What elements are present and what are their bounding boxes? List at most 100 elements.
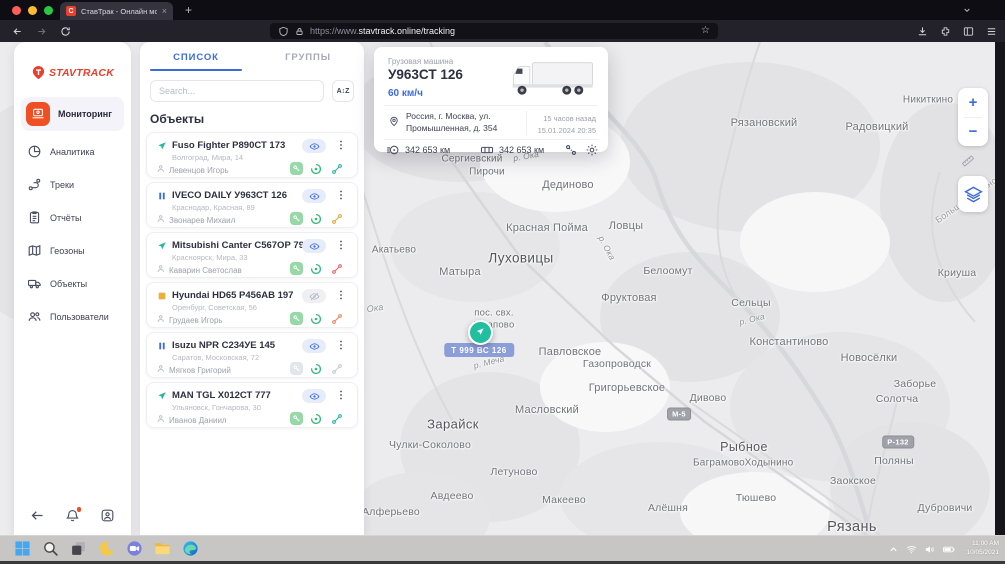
ignition-key-icon[interactable] bbox=[290, 362, 303, 375]
signal-status-icon[interactable] bbox=[310, 163, 322, 175]
start-button[interactable] bbox=[14, 540, 31, 557]
sidebar-item-monitoring[interactable]: Мониторинг bbox=[21, 97, 124, 131]
edge-browser-icon[interactable] bbox=[182, 540, 199, 557]
wifi-icon[interactable] bbox=[906, 544, 917, 555]
ignition-key-icon[interactable] bbox=[290, 262, 303, 275]
vehicle-card[interactable]: IVECO DAILY У963СТ 126 Краснодар, Красна… bbox=[146, 182, 358, 228]
sidebar-item-objects[interactable]: Объекты bbox=[21, 271, 124, 296]
visibility-eye-button[interactable] bbox=[302, 339, 326, 353]
tab-close-icon[interactable]: × bbox=[162, 7, 167, 16]
kebab-menu-icon[interactable] bbox=[335, 389, 347, 402]
kebab-menu-icon[interactable] bbox=[335, 339, 347, 352]
ignition-key-icon[interactable] bbox=[290, 312, 303, 325]
vehicle-card[interactable]: Mitsubishi Canter С567ОР 790 Красноярск,… bbox=[146, 232, 358, 278]
search-icon[interactable] bbox=[42, 540, 59, 557]
tab-list[interactable]: СПИСОК bbox=[140, 44, 252, 70]
window-minimize-button[interactable] bbox=[28, 6, 37, 15]
signal-status-icon[interactable] bbox=[310, 263, 322, 275]
sidebar-item-analytics[interactable]: Аналитика bbox=[21, 139, 124, 164]
back-button[interactable] bbox=[12, 26, 23, 37]
vehicle-name: Mitsubishi Canter С567ОР 790 bbox=[172, 240, 309, 251]
url-bar[interactable]: https://www.stavtrack.online/tracking ☆ bbox=[270, 23, 718, 39]
vehicle-card[interactable]: Hyundai HD65 Р456АВ 197 Оренбург, Советс… bbox=[146, 282, 358, 328]
map-layers-button[interactable] bbox=[958, 176, 988, 212]
sidebar-item-users[interactable]: Пользователи bbox=[21, 304, 124, 329]
url-text[interactable]: https://www.stavtrack.online/tracking bbox=[310, 26, 455, 36]
collapse-back-icon[interactable] bbox=[30, 508, 45, 523]
sidebar-item-reports[interactable]: Отчёты bbox=[21, 205, 124, 230]
vehicle-card[interactable]: MAN TGL Х012СТ 777 Ульяновск, Гончарова,… bbox=[146, 382, 358, 428]
gear-icon[interactable] bbox=[585, 143, 599, 157]
vehicle-popup-card[interactable]: Грузовая машина У963СТ 126 60 км/ч Росси… bbox=[374, 47, 608, 152]
vehicle-name: Isuzu NPR С234УЕ 145 bbox=[172, 340, 275, 351]
extensions-icon[interactable] bbox=[940, 26, 951, 37]
taskbar-clock[interactable]: 11:00 AM 10/05/2021 bbox=[966, 540, 999, 558]
signal-status-icon[interactable] bbox=[310, 363, 322, 375]
visibility-eye-button[interactable] bbox=[302, 139, 326, 153]
visibility-eye-button[interactable] bbox=[302, 189, 326, 203]
volume-icon[interactable] bbox=[924, 544, 935, 555]
connection-route-icon[interactable] bbox=[331, 413, 343, 425]
zoom-out-button[interactable]: − bbox=[958, 118, 988, 147]
kebab-menu-icon[interactable] bbox=[335, 139, 347, 152]
visibility-eye-button[interactable] bbox=[302, 389, 326, 403]
vehicle-marker-label[interactable]: Т 999 ВС 126 bbox=[444, 343, 514, 357]
reload-button[interactable] bbox=[60, 26, 71, 37]
sidebar-item-geozones[interactable]: Геозоны bbox=[21, 238, 124, 263]
vehicle-address: Волгоград, Мира, 14 bbox=[172, 153, 243, 162]
zoom-in-button[interactable]: + bbox=[958, 88, 988, 117]
ignition-key-icon[interactable] bbox=[290, 162, 303, 175]
search-input[interactable] bbox=[150, 80, 324, 102]
vehicle-marker[interactable] bbox=[468, 320, 493, 345]
map-place-label: Радовицкий bbox=[845, 121, 908, 133]
visibility-eye-button[interactable] bbox=[302, 239, 326, 253]
window-controls[interactable] bbox=[12, 6, 53, 15]
signal-status-icon[interactable] bbox=[310, 313, 322, 325]
ignition-key-icon[interactable] bbox=[290, 212, 303, 225]
downloads-icon[interactable] bbox=[917, 26, 928, 37]
file-explorer-icon[interactable] bbox=[154, 540, 171, 557]
shield-icon[interactable] bbox=[278, 26, 289, 37]
connection-route-icon[interactable] bbox=[331, 313, 343, 325]
vehicle-speed: 60 км/ч bbox=[388, 88, 423, 99]
odometer-value: 342 653 км bbox=[405, 145, 450, 155]
task-view-icon[interactable] bbox=[70, 540, 87, 557]
route-settings-icon[interactable] bbox=[564, 143, 578, 157]
kebab-menu-icon[interactable] bbox=[335, 239, 347, 252]
tab-groups[interactable]: ГРУППЫ bbox=[252, 44, 364, 70]
connection-route-icon[interactable] bbox=[331, 213, 343, 225]
connection-route-icon[interactable] bbox=[331, 263, 343, 275]
kebab-menu-icon[interactable] bbox=[335, 289, 347, 302]
new-tab-button[interactable]: + bbox=[185, 1, 192, 19]
signal-status-icon[interactable] bbox=[310, 413, 322, 425]
forward-button[interactable] bbox=[36, 26, 47, 37]
chat-app-icon[interactable] bbox=[126, 540, 143, 557]
vehicle-card[interactable]: Fuso Fighter Р890СТ 173 Волгоград, Мира,… bbox=[146, 132, 358, 178]
moon-app-icon[interactable] bbox=[98, 540, 115, 557]
sort-az-button[interactable]: A↕Z bbox=[332, 80, 354, 102]
tab-list-chevron-icon[interactable] bbox=[963, 6, 971, 14]
vehicle-card[interactable]: Isuzu NPR С234УЕ 145 Саратов, Московская… bbox=[146, 332, 358, 378]
kebab-menu-icon[interactable] bbox=[335, 189, 347, 202]
menu-icon[interactable] bbox=[986, 26, 997, 37]
tray-chevron-icon[interactable] bbox=[888, 544, 899, 555]
ignition-key-icon[interactable] bbox=[290, 412, 303, 425]
notifications-bell-icon[interactable] bbox=[65, 508, 80, 523]
window-maximize-button[interactable] bbox=[44, 6, 53, 15]
vehicle-status-moving-icon bbox=[157, 241, 167, 251]
browser-toolbar: https://www.stavtrack.online/tracking ☆ bbox=[0, 20, 1005, 42]
signal-status-icon[interactable] bbox=[310, 213, 322, 225]
account-icon[interactable] bbox=[100, 508, 115, 523]
window-close-button[interactable] bbox=[12, 6, 21, 15]
bookmark-star-icon[interactable]: ☆ bbox=[701, 26, 710, 36]
ruler-icon[interactable] bbox=[961, 154, 975, 168]
visibility-eye-button[interactable] bbox=[302, 289, 326, 303]
map-place-label: Рыбное bbox=[720, 440, 768, 454]
connection-route-icon[interactable] bbox=[331, 163, 343, 175]
browser-tab[interactable]: С СтавТрак - Онлайн мониторин... × bbox=[60, 2, 173, 20]
sidebar-item-tracks[interactable]: Треки bbox=[21, 172, 124, 197]
sidebar-toggle-icon[interactable] bbox=[963, 26, 974, 37]
battery-icon[interactable] bbox=[942, 544, 956, 555]
connection-route-icon[interactable] bbox=[331, 363, 343, 375]
sidebar-footer bbox=[14, 508, 131, 523]
